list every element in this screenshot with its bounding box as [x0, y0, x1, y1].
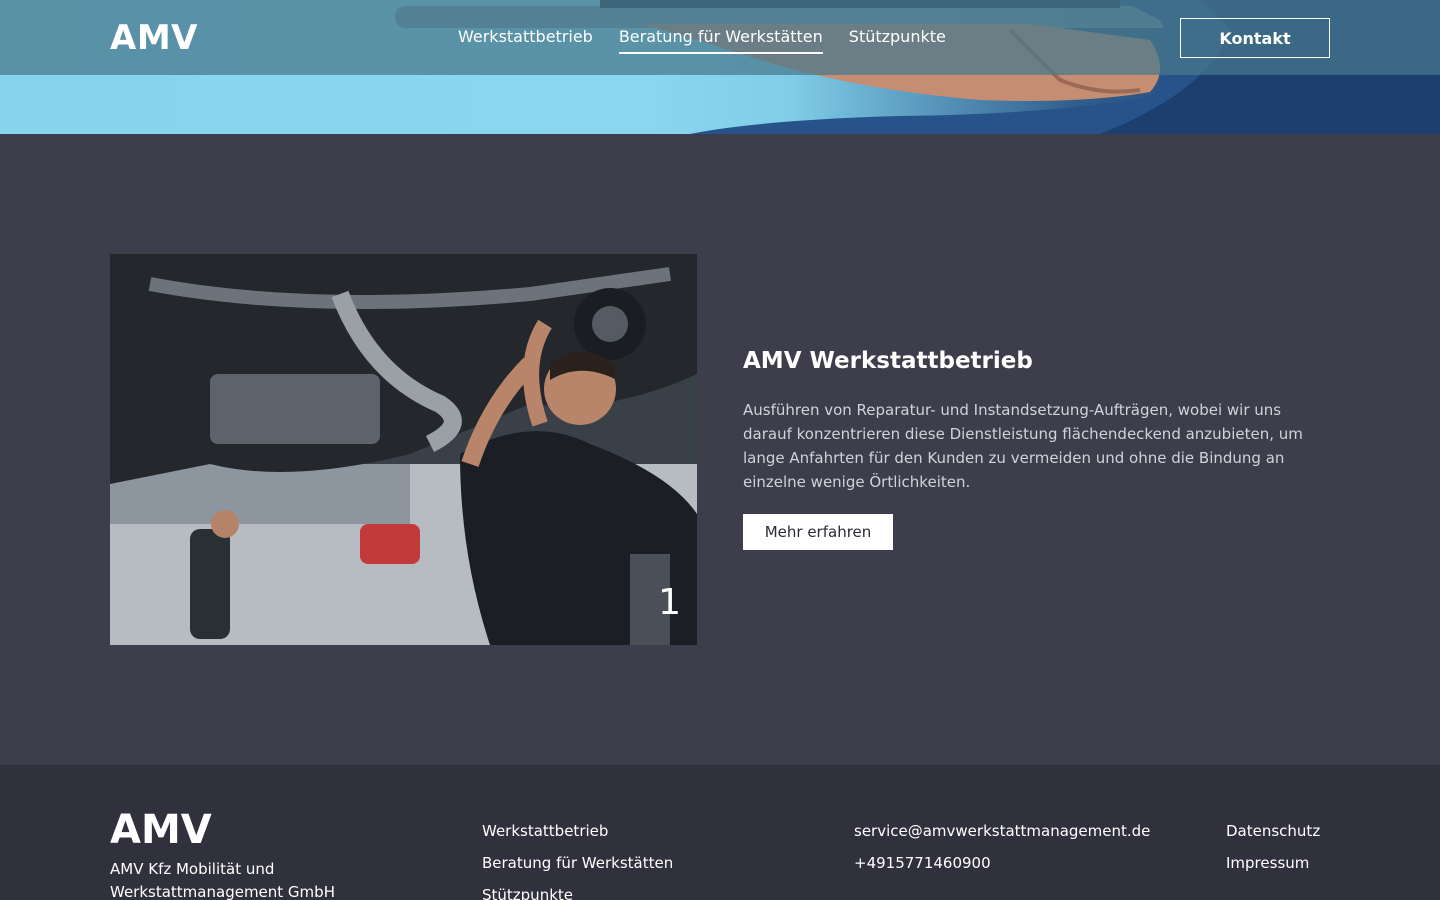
footer-company-name: AMV Kfz Mobilität und Werkstattmanagemen…	[110, 860, 335, 900]
footer-link-beratung[interactable]: Beratung für Werkstätten	[482, 847, 673, 879]
footer-phone-link[interactable]: +4915771460900	[854, 847, 1150, 879]
nav-link-werkstattbetrieb[interactable]: Werkstattbetrieb	[458, 27, 593, 54]
feature-title: AMV Werkstattbetrieb	[743, 348, 1033, 374]
footer-legal: Datenschutz Impressum	[1226, 815, 1320, 879]
footer-contact: service@amvwerkstattmanagement.de +49157…	[854, 815, 1150, 879]
main-nav: Werkstattbetrieb Beratung für Werkstätte…	[458, 27, 972, 54]
nav-link-beratung[interactable]: Beratung für Werkstätten	[618, 27, 823, 54]
site-footer: AMV AMV Kfz Mobilität und Werkstattmanag…	[0, 765, 1440, 900]
footer-link-stuetzpunkte[interactable]: Stützpunkte	[482, 879, 673, 900]
feature-image: 1	[110, 254, 697, 645]
kontakt-button[interactable]: Kontakt	[1180, 18, 1330, 58]
mechanic-photo	[110, 254, 697, 645]
footer-link-werkstattbetrieb[interactable]: Werkstattbetrieb	[482, 815, 673, 847]
nav-link-stuetzpunkte[interactable]: Stützpunkte	[849, 27, 946, 54]
footer-logo[interactable]: AMV	[110, 807, 212, 853]
footer-link-datenschutz[interactable]: Datenschutz	[1226, 815, 1320, 847]
footer-nav: Werkstattbetrieb Beratung für Werkstätte…	[482, 815, 673, 900]
site-header: AMV Werkstattbetrieb Beratung für Werkst…	[0, 0, 1440, 75]
logo[interactable]: AMV	[110, 18, 198, 58]
slide-number: 1	[658, 582, 681, 623]
feature-description: Ausführen von Reparatur- und Instandsetz…	[743, 401, 1303, 491]
mehr-erfahren-button[interactable]: Mehr erfahren	[743, 514, 893, 550]
footer-link-impressum[interactable]: Impressum	[1226, 847, 1320, 879]
footer-email-link[interactable]: service@amvwerkstattmanagement.de	[854, 815, 1150, 847]
